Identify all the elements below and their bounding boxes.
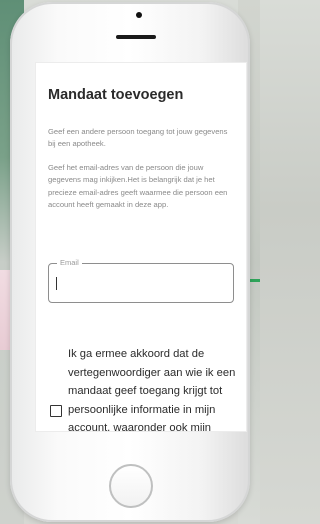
intro-text: Geef een andere persoon toegang tot jouw… bbox=[48, 127, 228, 149]
email-field[interactable]: Email bbox=[48, 258, 234, 303]
email-field-label: Email bbox=[57, 258, 82, 267]
consent-text: Ik ga ermee akkoord dat de vertegenwoord… bbox=[68, 348, 236, 432]
app-screen: Mandaat toevoegen Geef een andere persoo… bbox=[35, 62, 247, 432]
home-button[interactable] bbox=[109, 464, 153, 508]
consent-checkbox[interactable] bbox=[50, 405, 62, 417]
phone-frame: Mandaat toevoegen Geef een andere persoo… bbox=[10, 2, 250, 522]
speaker-icon bbox=[116, 35, 156, 39]
text-caret bbox=[56, 277, 57, 290]
page-title: Mandaat toevoegen bbox=[48, 87, 184, 103]
camera-icon bbox=[136, 12, 142, 18]
instructions-text: Geef het email-adres van de persoon die … bbox=[48, 163, 228, 209]
consent-row: Ik ga ermee akkoord dat de vertegenwoord… bbox=[48, 345, 244, 432]
